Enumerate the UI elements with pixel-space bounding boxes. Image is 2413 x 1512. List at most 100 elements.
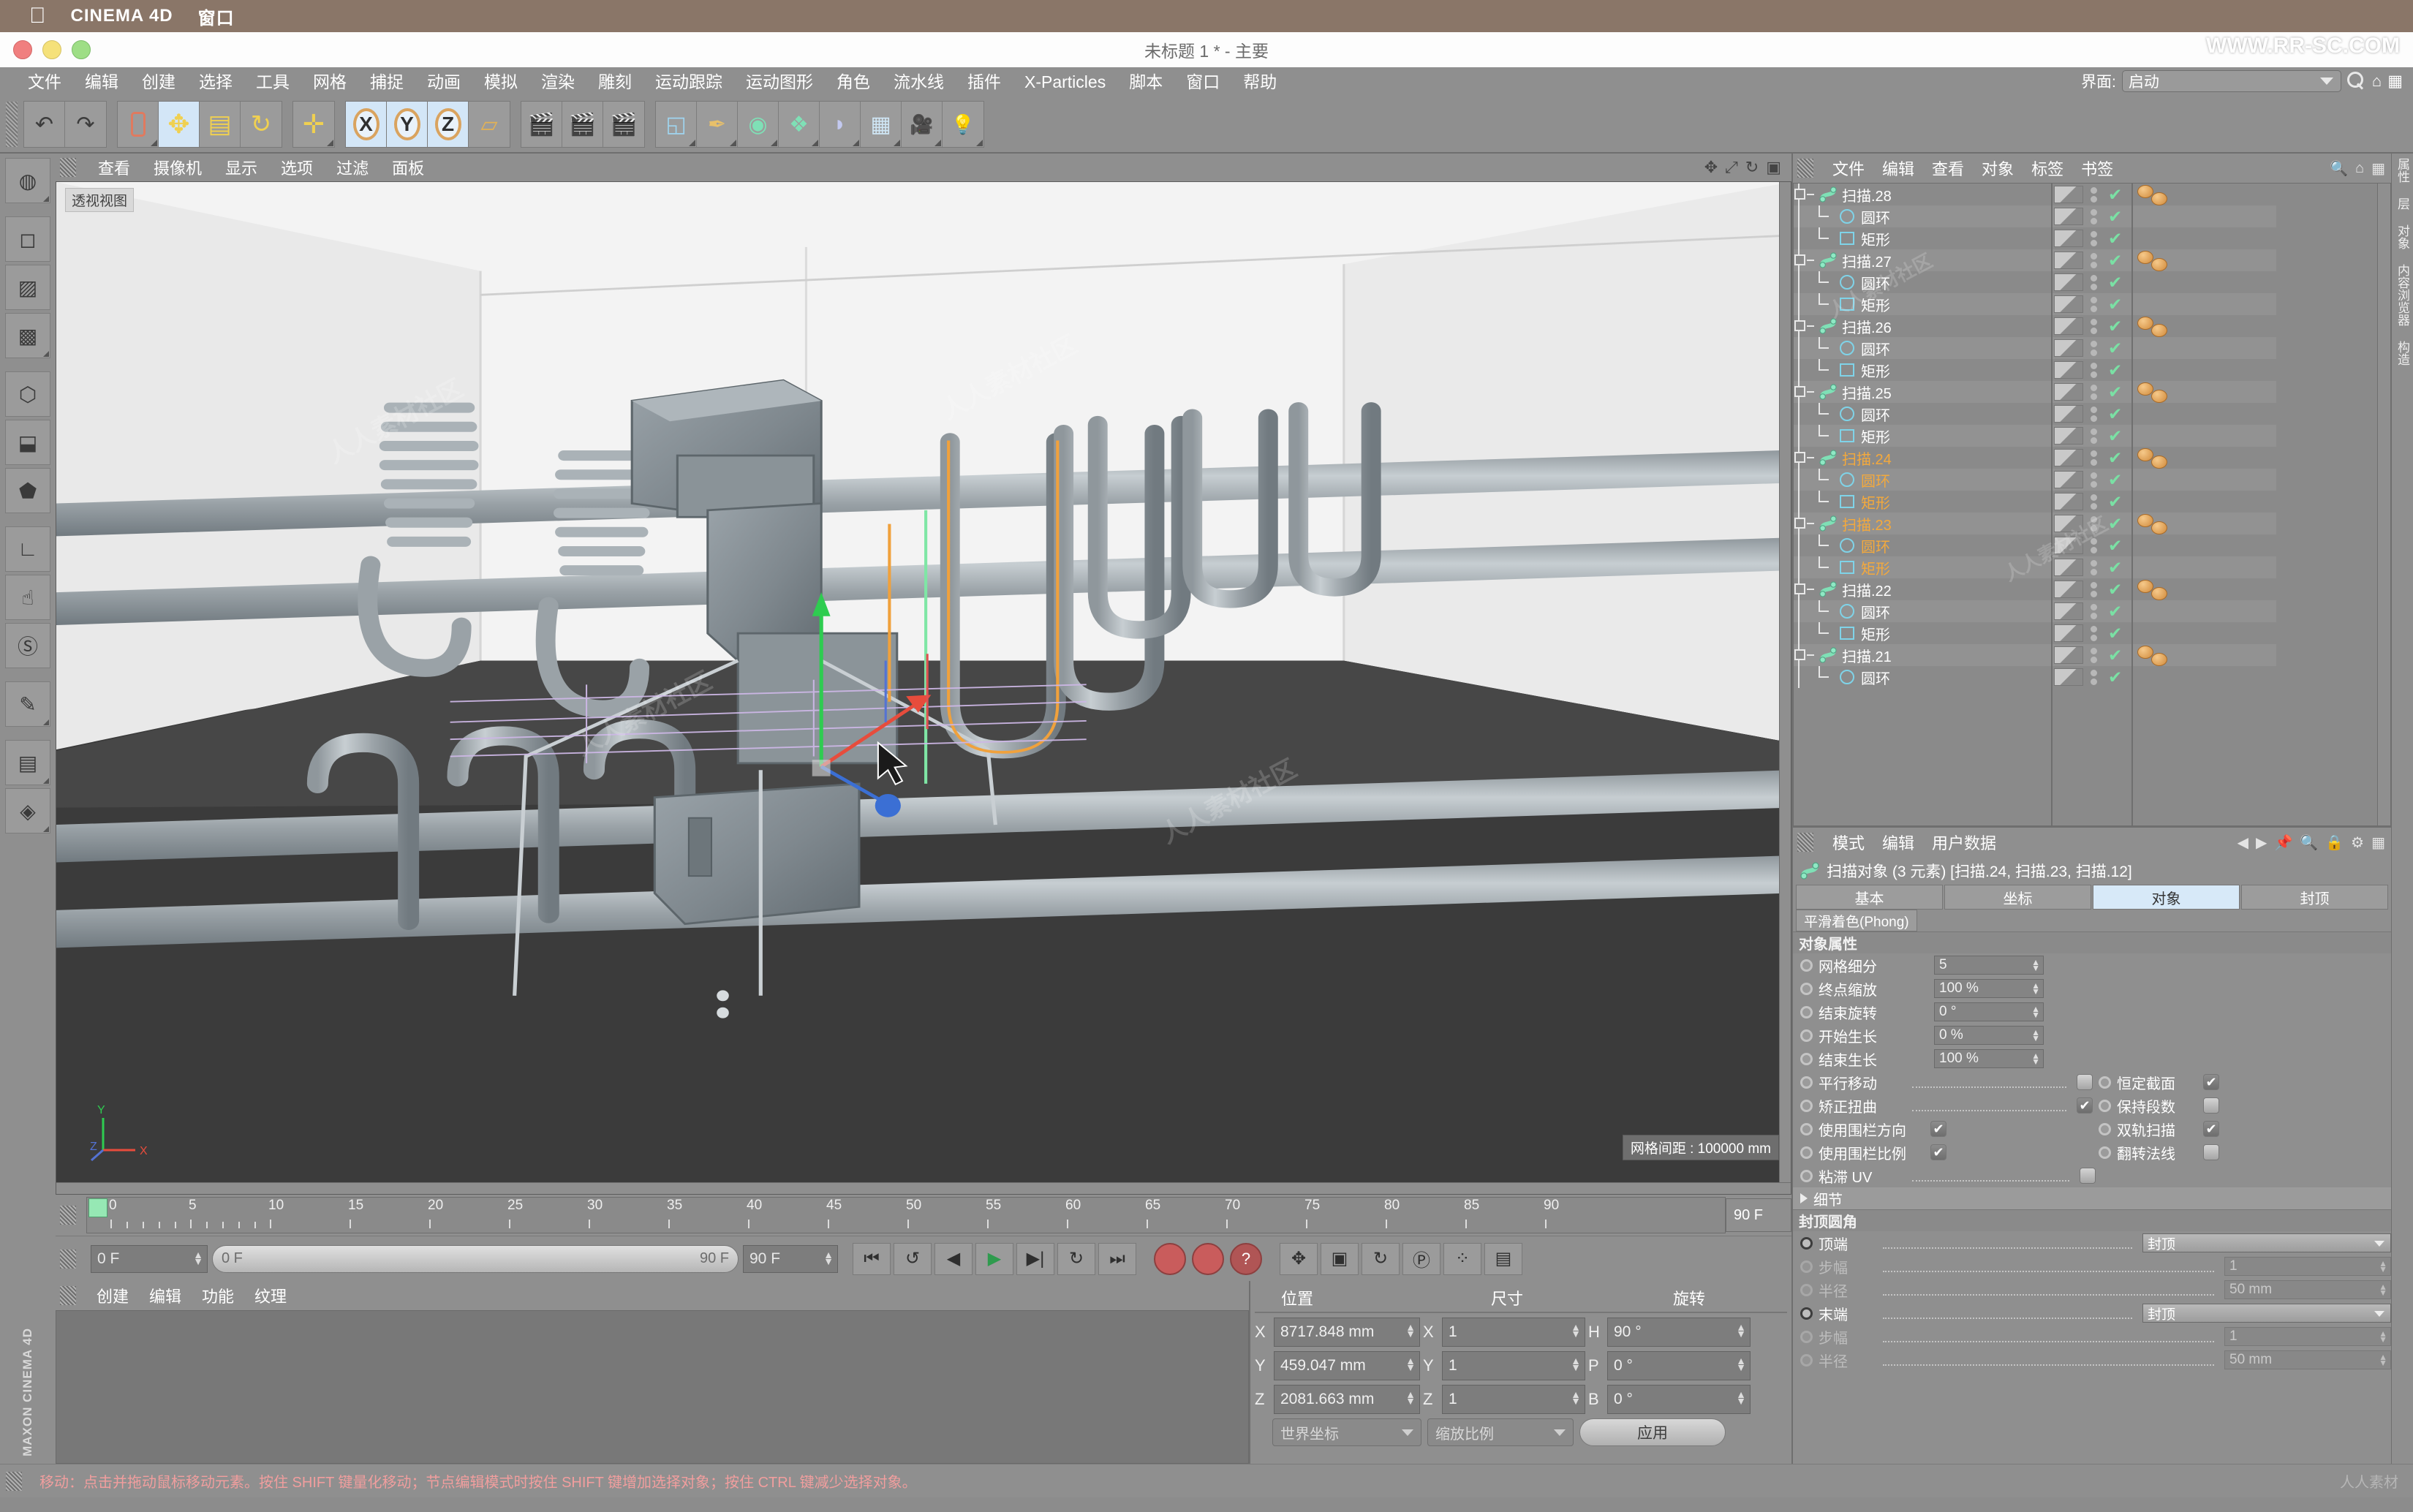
live-selection-button[interactable] xyxy=(118,102,159,147)
viewport-scrollbar-vertical[interactable] xyxy=(1779,182,1791,1194)
anim-track-radio[interactable] xyxy=(1800,1122,1813,1135)
material-tag-icon[interactable] xyxy=(2151,192,2167,205)
loop-button[interactable]: ↻ xyxy=(1057,1242,1095,1275)
material-preview-swatch[interactable] xyxy=(2054,581,2083,598)
viewport-menu-options[interactable]: 选项 xyxy=(269,156,325,179)
render-view-button[interactable]: 🎬 xyxy=(521,102,562,147)
position-y-field[interactable]: 459.047 mm ▲ ▼ xyxy=(1274,1351,1420,1380)
om-menu-edit[interactable]: 编辑 xyxy=(1873,156,1923,180)
object-tree-row[interactable]: 矩形 ✔ xyxy=(1794,491,2276,513)
position-x-field[interactable]: 8717.848 mm ▲ ▼ xyxy=(1274,1318,1420,1347)
visibility-dots[interactable] xyxy=(2091,230,2097,246)
light-button[interactable]: 💡 xyxy=(943,102,983,147)
tab-phong[interactable]: 平滑着色(Phong) xyxy=(1796,910,1917,931)
planar-workplane-button[interactable]: ◈ xyxy=(5,788,50,834)
enable-checkmark-icon[interactable]: ✔ xyxy=(2108,426,2122,446)
menu-mograph[interactable]: 运动图形 xyxy=(734,67,825,97)
viewport-menu-filter[interactable]: 过滤 xyxy=(325,156,380,179)
menu-tools[interactable]: 工具 xyxy=(244,67,301,97)
material-preview-swatch[interactable] xyxy=(2054,317,2083,335)
nurbs-generator-button[interactable]: ◉ xyxy=(738,102,779,147)
menu-edit[interactable]: 编辑 xyxy=(73,67,130,97)
material-preview-swatch[interactable] xyxy=(2054,537,2083,554)
visibility-dots[interactable] xyxy=(2091,274,2097,290)
texture-mode-button[interactable]: ▨ xyxy=(5,265,50,310)
anim-track-radio[interactable] xyxy=(1800,1005,1813,1018)
material-gripper[interactable] xyxy=(60,1286,76,1305)
object-tags[interactable] xyxy=(2137,317,2167,337)
visibility-dots[interactable] xyxy=(2091,669,2097,685)
detail-fold-row[interactable]: 细节 xyxy=(1793,1187,2391,1209)
material-preview-swatch[interactable] xyxy=(2054,559,2083,576)
menu-window[interactable]: 窗口 xyxy=(1174,67,1231,97)
anim-track-radio[interactable] xyxy=(1800,959,1813,972)
step-back-button[interactable]: ◀ xyxy=(934,1242,973,1275)
polygons-mode-button[interactable]: ⬟ xyxy=(5,468,50,513)
enable-checkmark-icon[interactable]: ✔ xyxy=(2108,470,2122,490)
attribute-gripper[interactable] xyxy=(1797,833,1813,852)
object-tree-row[interactable]: 扫描.25 ✔ xyxy=(1794,381,2276,403)
keep-segments-checkbox[interactable] xyxy=(2203,1097,2219,1114)
anim-track-radio[interactable] xyxy=(1800,1307,1813,1320)
object-tree-row[interactable]: 扫描.27 ✔ xyxy=(1794,249,2276,271)
object-tree-row[interactable]: 矩形 ✔ xyxy=(1794,359,2276,381)
visibility-dots[interactable] xyxy=(2091,581,2097,597)
visibility-dots[interactable] xyxy=(2091,625,2097,641)
enable-checkmark-icon[interactable]: ✔ xyxy=(2108,229,2122,249)
undo-button[interactable]: ↶ xyxy=(24,102,65,147)
anim-track-radio[interactable] xyxy=(1800,1283,1813,1296)
object-tree-row[interactable]: 圆环 ✔ xyxy=(1794,600,2276,622)
visibility-dots[interactable] xyxy=(2091,384,2097,400)
end-growth-field[interactable]: 100 % ▲ ▼ xyxy=(1934,1049,2044,1068)
visibility-dots[interactable] xyxy=(2091,340,2097,356)
end-frame-field[interactable]: 90 F ▲ ▼ xyxy=(743,1244,838,1273)
object-tree-row[interactable]: 矩形 ✔ xyxy=(1794,556,2276,578)
use-rail-scale-checkbox[interactable]: ✔ xyxy=(1930,1144,1946,1160)
record-button[interactable] xyxy=(1154,1242,1186,1275)
object-tree-row[interactable]: 扫描.26 ✔ xyxy=(1794,315,2276,337)
am-next-icon[interactable]: ▶ xyxy=(2256,834,2267,852)
move-tool-button[interactable]: ✥ xyxy=(159,102,200,147)
rotation-p-field[interactable]: 0 ° ▲ ▼ xyxy=(1607,1351,1751,1380)
visibility-dots[interactable] xyxy=(2091,318,2097,334)
tab-object[interactable]: 对象 xyxy=(2093,885,2240,910)
step-forward-button[interactable]: ▶| xyxy=(1016,1242,1054,1275)
om-menu-view[interactable]: 查看 xyxy=(1923,156,1973,180)
apply-button[interactable]: 应用 xyxy=(1579,1418,1726,1446)
visibility-dots[interactable] xyxy=(2091,428,2097,444)
am-grid-icon[interactable]: ▦ xyxy=(2371,834,2385,852)
am-menu-userdata[interactable]: 用户数据 xyxy=(1923,831,2005,854)
scale-tool-button[interactable]: ▤ xyxy=(200,102,241,147)
material-preview-swatch[interactable] xyxy=(2054,361,2083,379)
material-preview-swatch[interactable] xyxy=(2054,230,2083,247)
menu-simulate[interactable]: 模拟 xyxy=(472,67,529,97)
visibility-dots[interactable] xyxy=(2091,296,2097,312)
apple-icon[interactable]:  xyxy=(29,5,46,27)
tab-cap[interactable]: 封顶 xyxy=(2241,885,2388,910)
am-menu-edit[interactable]: 编辑 xyxy=(1873,831,1923,854)
expand-collapse-icon[interactable] xyxy=(1794,386,1805,397)
anim-track-radio[interactable] xyxy=(2099,1146,2111,1159)
enable-checkmark-icon[interactable]: ✔ xyxy=(2108,207,2122,227)
visibility-dots[interactable] xyxy=(2091,208,2097,224)
enable-checkmark-icon[interactable]: ✔ xyxy=(2108,580,2122,600)
parallel-move-checkbox[interactable] xyxy=(2077,1074,2093,1090)
enable-checkmark-icon[interactable]: ✔ xyxy=(2108,514,2122,534)
pla-key-button[interactable]: ⁘ xyxy=(1443,1242,1481,1275)
model-mode-button[interactable]: ◻ xyxy=(5,216,50,262)
material-tag-icon[interactable] xyxy=(2151,521,2167,534)
material-preview-swatch[interactable] xyxy=(2054,646,2083,664)
toolbar-gripper[interactable] xyxy=(6,102,18,147)
mesh-subdivision-field[interactable]: 5 ▲ ▼ xyxy=(1934,956,2044,975)
axis-lock-button[interactable]: ∟ xyxy=(5,526,50,572)
end-cap-dropdown[interactable]: 封顶 xyxy=(2142,1304,2391,1323)
world-object-coord-button[interactable]: ▱ xyxy=(469,102,510,147)
visibility-dots[interactable] xyxy=(2091,559,2097,575)
axis-z-toggle[interactable]: Z xyxy=(428,102,469,147)
anim-track-radio[interactable] xyxy=(1800,1260,1813,1273)
menu-select[interactable]: 选择 xyxy=(187,67,244,97)
menu-motiontrack[interactable]: 运动跟踪 xyxy=(643,67,734,97)
object-tags[interactable] xyxy=(2137,514,2167,534)
enable-checkmark-icon[interactable]: ✔ xyxy=(2108,602,2122,621)
tab-coord[interactable]: 坐标 xyxy=(1944,885,2091,910)
